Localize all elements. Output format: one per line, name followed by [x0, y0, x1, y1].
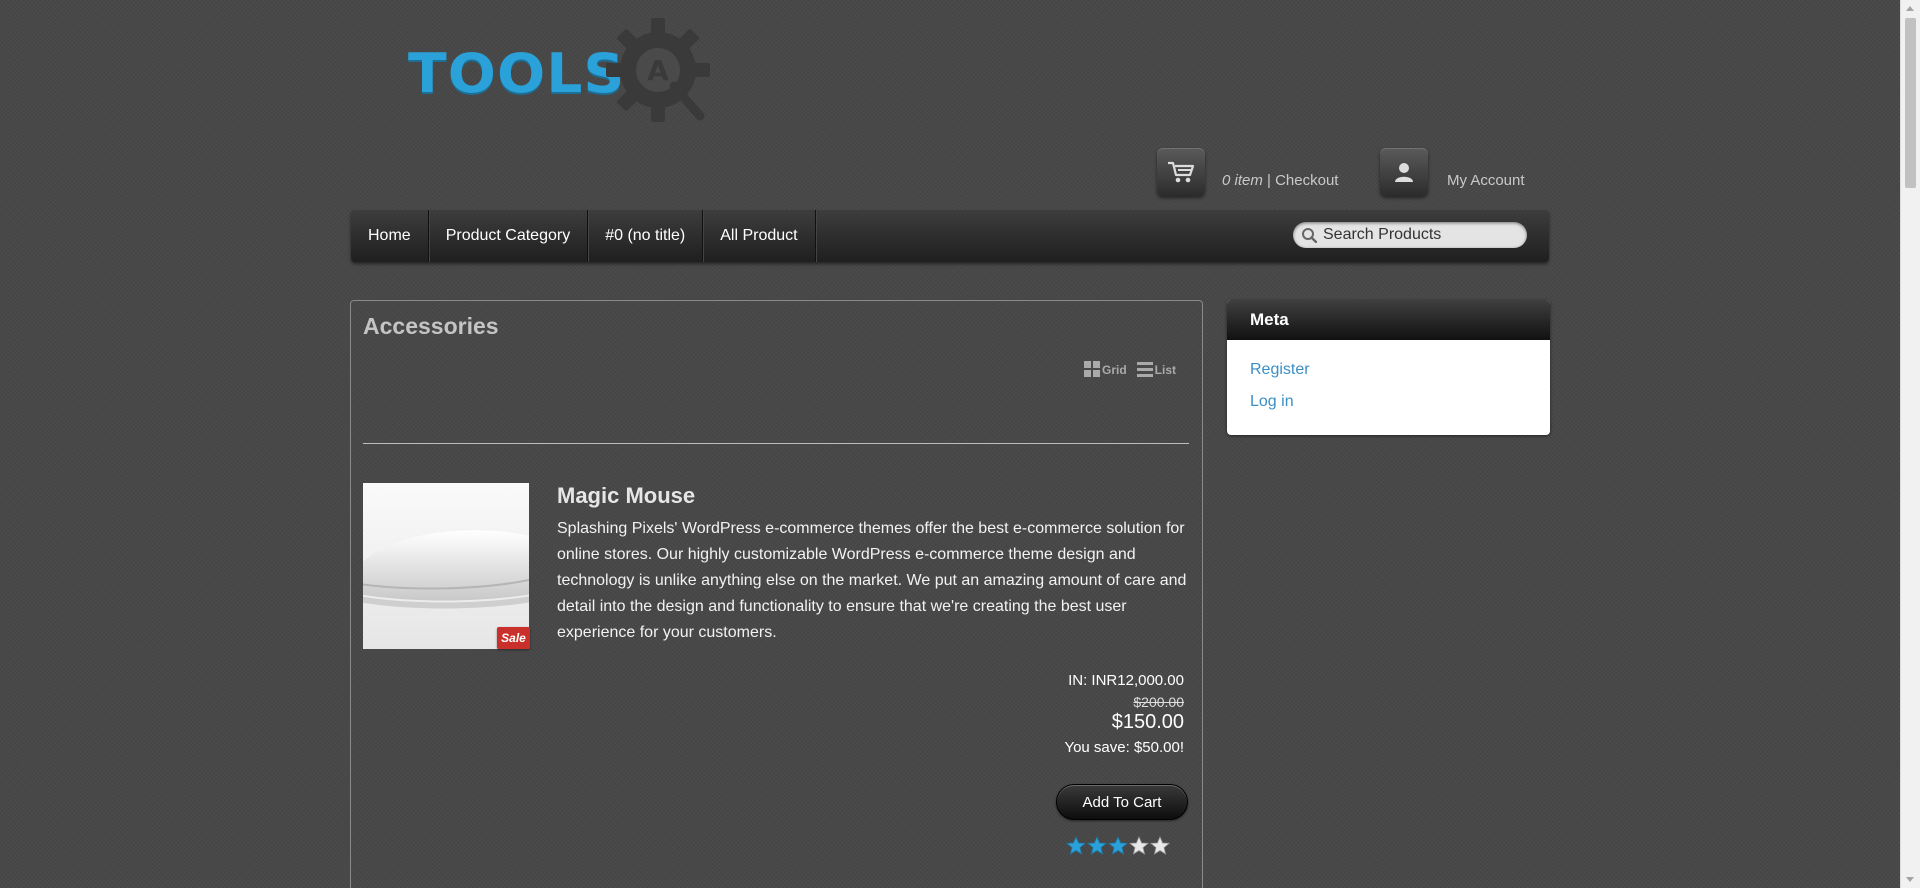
divider: [363, 443, 1189, 444]
price-inr: IN: INR12,000.00: [1068, 672, 1184, 689]
user-icon: [1395, 163, 1413, 182]
cart-separator: |: [1262, 172, 1276, 189]
product-title[interactable]: Magic Mouse: [557, 483, 695, 509]
product-image[interactable]: [363, 483, 529, 649]
rating-stars[interactable]: [1066, 836, 1170, 856]
cart-summary[interactable]: 0 item | Checkout: [1222, 172, 1338, 189]
search-icon: [1302, 228, 1317, 243]
grid-view-button[interactable]: Grid: [1083, 361, 1127, 377]
list-label: List: [1154, 363, 1176, 377]
search-input[interactable]: [1321, 225, 1515, 245]
price-original: $200.00: [1133, 694, 1184, 710]
list-view-button[interactable]: List: [1136, 361, 1176, 377]
nav-item-no-title[interactable]: #0 (no title): [588, 210, 704, 262]
cart-count: 0 item: [1222, 172, 1263, 189]
my-account-link[interactable]: My Account: [1447, 172, 1525, 189]
nav-item-product-category[interactable]: Product Category: [429, 210, 589, 262]
star-filled-icon[interactable]: [1066, 836, 1086, 856]
star-filled-icon[interactable]: [1087, 836, 1107, 856]
cart-button[interactable]: [1157, 148, 1205, 196]
widget-title: Meta: [1227, 300, 1550, 340]
grid-label: Grid: [1101, 363, 1127, 377]
scroll-thumb[interactable]: [1905, 18, 1916, 188]
site-logo[interactable]: TOOLS A: [406, 14, 726, 124]
sale-badge: Sale: [497, 627, 530, 649]
main-nav: Home Product Category #0 (no title) All …: [351, 210, 1549, 262]
register-link[interactable]: Register: [1250, 354, 1550, 386]
list-icon: [1136, 362, 1153, 377]
price-current: $150.00: [1111, 711, 1184, 733]
gear-logo-icon: A: [606, 18, 710, 122]
shopping-cart-icon: [1168, 161, 1195, 183]
account-button[interactable]: [1380, 148, 1428, 196]
product-description: Splashing Pixels' WordPress e-commerce t…: [557, 520, 1187, 641]
page-title: Accessories: [363, 313, 499, 339]
star-filled-icon[interactable]: [1108, 836, 1128, 856]
magic-mouse-image: [363, 530, 529, 609]
star-empty-icon[interactable]: [1150, 836, 1170, 856]
meta-widget: Meta Register Log in: [1227, 300, 1550, 435]
checkout-link[interactable]: Checkout: [1275, 172, 1338, 189]
logo-text: TOOLS: [408, 42, 626, 105]
price-block: IN: INR12,000.00 $200.00 $150.00 You sav…: [1064, 672, 1184, 756]
star-empty-icon[interactable]: [1129, 836, 1149, 856]
search-box: [1293, 222, 1527, 248]
price-savings: You save: $50.00!: [1064, 739, 1184, 756]
scroll-up-icon[interactable]: [1906, 6, 1914, 11]
nav-item-home[interactable]: Home: [351, 210, 429, 262]
add-to-cart-button[interactable]: Add To Cart: [1056, 784, 1188, 820]
grid-icon: [1083, 361, 1100, 377]
nav-item-all-product[interactable]: All Product: [703, 210, 816, 262]
product-listing: Accessories Grid List Sale Magic Mouse S…: [350, 300, 1203, 888]
scroll-down-icon[interactable]: [1906, 877, 1914, 882]
login-link[interactable]: Log in: [1250, 386, 1550, 418]
svg-text:A: A: [647, 54, 669, 87]
page-scrollbar[interactable]: [1900, 0, 1920, 888]
view-toggle: Grid List: [1083, 361, 1176, 377]
